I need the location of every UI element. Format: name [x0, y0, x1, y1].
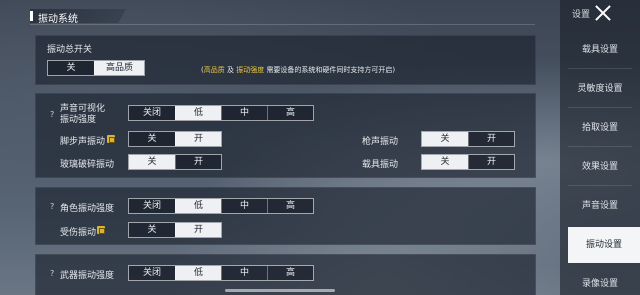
vehicle-vibration-label: 载具振动 — [362, 160, 399, 170]
nav-divider — [568, 68, 632, 69]
title-accent — [30, 11, 33, 21]
note-highlight-intensity: 振动强度 — [236, 66, 265, 74]
nav-item-sensitivity[interactable]: 灵敏度设置 — [570, 78, 630, 100]
master-note: (高品质 及 振动强度 需要设备的系统和硬件同时支持方可开启) — [201, 65, 395, 75]
master-switch-card: 振动总开关 关 高品质 (高品质 及 振动强度 需要设备的系统和硬件同时支持方可… — [35, 35, 536, 85]
vehicle-vibration-off[interactable]: 关 — [422, 155, 468, 169]
nav-item-sound[interactable]: 声音设置 — [570, 195, 630, 217]
sound-intensity-segment: 关闭 低 中 高 — [128, 105, 314, 121]
footstep-off[interactable]: 关 — [129, 132, 175, 146]
character-intensity-label: 角色振动强度 — [60, 204, 115, 214]
gunshot-label: 枪声振动 — [362, 137, 399, 147]
feature-badge-icon — [97, 226, 105, 234]
character-intensity-low[interactable]: 低 — [175, 199, 221, 213]
glass-label: 玻璃破碎振动 — [60, 160, 115, 170]
note-highlight-high-quality: 高品质 — [203, 66, 225, 74]
character-intensity-off[interactable]: 关闭 — [129, 199, 175, 213]
character-intensity-segment: 关闭 低 中 高 — [128, 198, 314, 214]
character-intensity-high[interactable]: 高 — [267, 199, 313, 213]
weapon-intensity-high[interactable]: 高 — [267, 266, 313, 280]
nav-item-vehicle[interactable]: 载具设置 — [570, 39, 630, 61]
sound-intensity-low[interactable]: 低 — [175, 106, 221, 120]
help-icon[interactable]: ? — [50, 202, 54, 211]
close-icon[interactable] — [592, 2, 614, 24]
settings-nav: 设置 载具设置 灵敏度设置 拾取设置 效果设置 声音设置 振动设置 录像设置 — [560, 0, 640, 295]
vehicle-vibration-segment: 关 开 — [421, 154, 515, 170]
header-divider — [30, 24, 535, 25]
weapon-intensity-label: 武器振动强度 — [60, 271, 115, 281]
vehicle-vibration-on[interactable]: 开 — [468, 155, 514, 169]
note-and: 及 — [226, 66, 234, 74]
hurt-vibration-on[interactable]: 开 — [175, 223, 221, 237]
header: 振动系统 — [0, 0, 640, 28]
sound-intensity-off[interactable]: 关闭 — [129, 106, 175, 120]
gunshot-segment: 关 开 — [421, 131, 515, 147]
master-option-off[interactable]: 关 — [48, 61, 94, 75]
master-option-high-quality[interactable]: 高品质 — [94, 61, 144, 75]
master-switch-segment: 关 高品质 — [47, 60, 145, 76]
sound-intensity-medium[interactable]: 中 — [221, 106, 267, 120]
character-vibration-card: ? 角色振动强度 关闭 低 中 高 受伤振动 关 开 — [35, 187, 536, 245]
nav-item-effects[interactable]: 效果设置 — [570, 156, 630, 178]
nav-divider — [568, 146, 632, 147]
glass-off[interactable]: 关 — [129, 155, 175, 169]
footstep-label: 脚步声振动 — [60, 137, 106, 147]
weapon-intensity-medium[interactable]: 中 — [221, 266, 267, 280]
note-rest: 需要设备的系统和硬件同时支持方可开启) — [266, 66, 396, 74]
weapon-intensity-off[interactable]: 关闭 — [129, 266, 175, 280]
sound-vibration-card: ? 声音可视化 振动强度 关闭 低 中 高 脚步声振动 关 开 枪声振动 关 开… — [35, 93, 536, 178]
home-indicator — [225, 289, 335, 292]
nav-item-vibration[interactable]: 振动设置 — [568, 227, 640, 263]
footstep-segment: 关 开 — [128, 131, 222, 147]
nav-item-replay[interactable]: 录像设置 — [570, 273, 630, 295]
nav-divider — [568, 107, 632, 108]
footstep-on[interactable]: 开 — [175, 132, 221, 146]
weapon-intensity-segment: 关闭 低 中 高 — [128, 265, 314, 281]
gunshot-on[interactable]: 开 — [468, 132, 514, 146]
help-icon[interactable]: ? — [50, 110, 54, 119]
hurt-vibration-segment: 关 开 — [128, 222, 222, 238]
hurt-vibration-off[interactable]: 关 — [129, 223, 175, 237]
nav-divider — [568, 185, 632, 186]
help-icon[interactable]: ? — [50, 269, 54, 278]
master-switch-label: 振动总开关 — [47, 45, 93, 55]
nav-item-pickup[interactable]: 拾取设置 — [570, 117, 630, 139]
nav-title: 设置 — [572, 10, 591, 20]
glass-segment: 关 开 — [128, 154, 222, 170]
sound-visual-label-line2: 振动强度 — [60, 115, 97, 125]
gunshot-off[interactable]: 关 — [422, 132, 468, 146]
page-title: 振动系统 — [38, 14, 78, 25]
character-intensity-medium[interactable]: 中 — [221, 199, 267, 213]
glass-on[interactable]: 开 — [175, 155, 221, 169]
hurt-vibration-label: 受伤振动 — [60, 228, 97, 238]
sound-intensity-high[interactable]: 高 — [267, 106, 313, 120]
feature-badge-icon — [107, 135, 115, 143]
weapon-intensity-low[interactable]: 低 — [175, 266, 221, 280]
